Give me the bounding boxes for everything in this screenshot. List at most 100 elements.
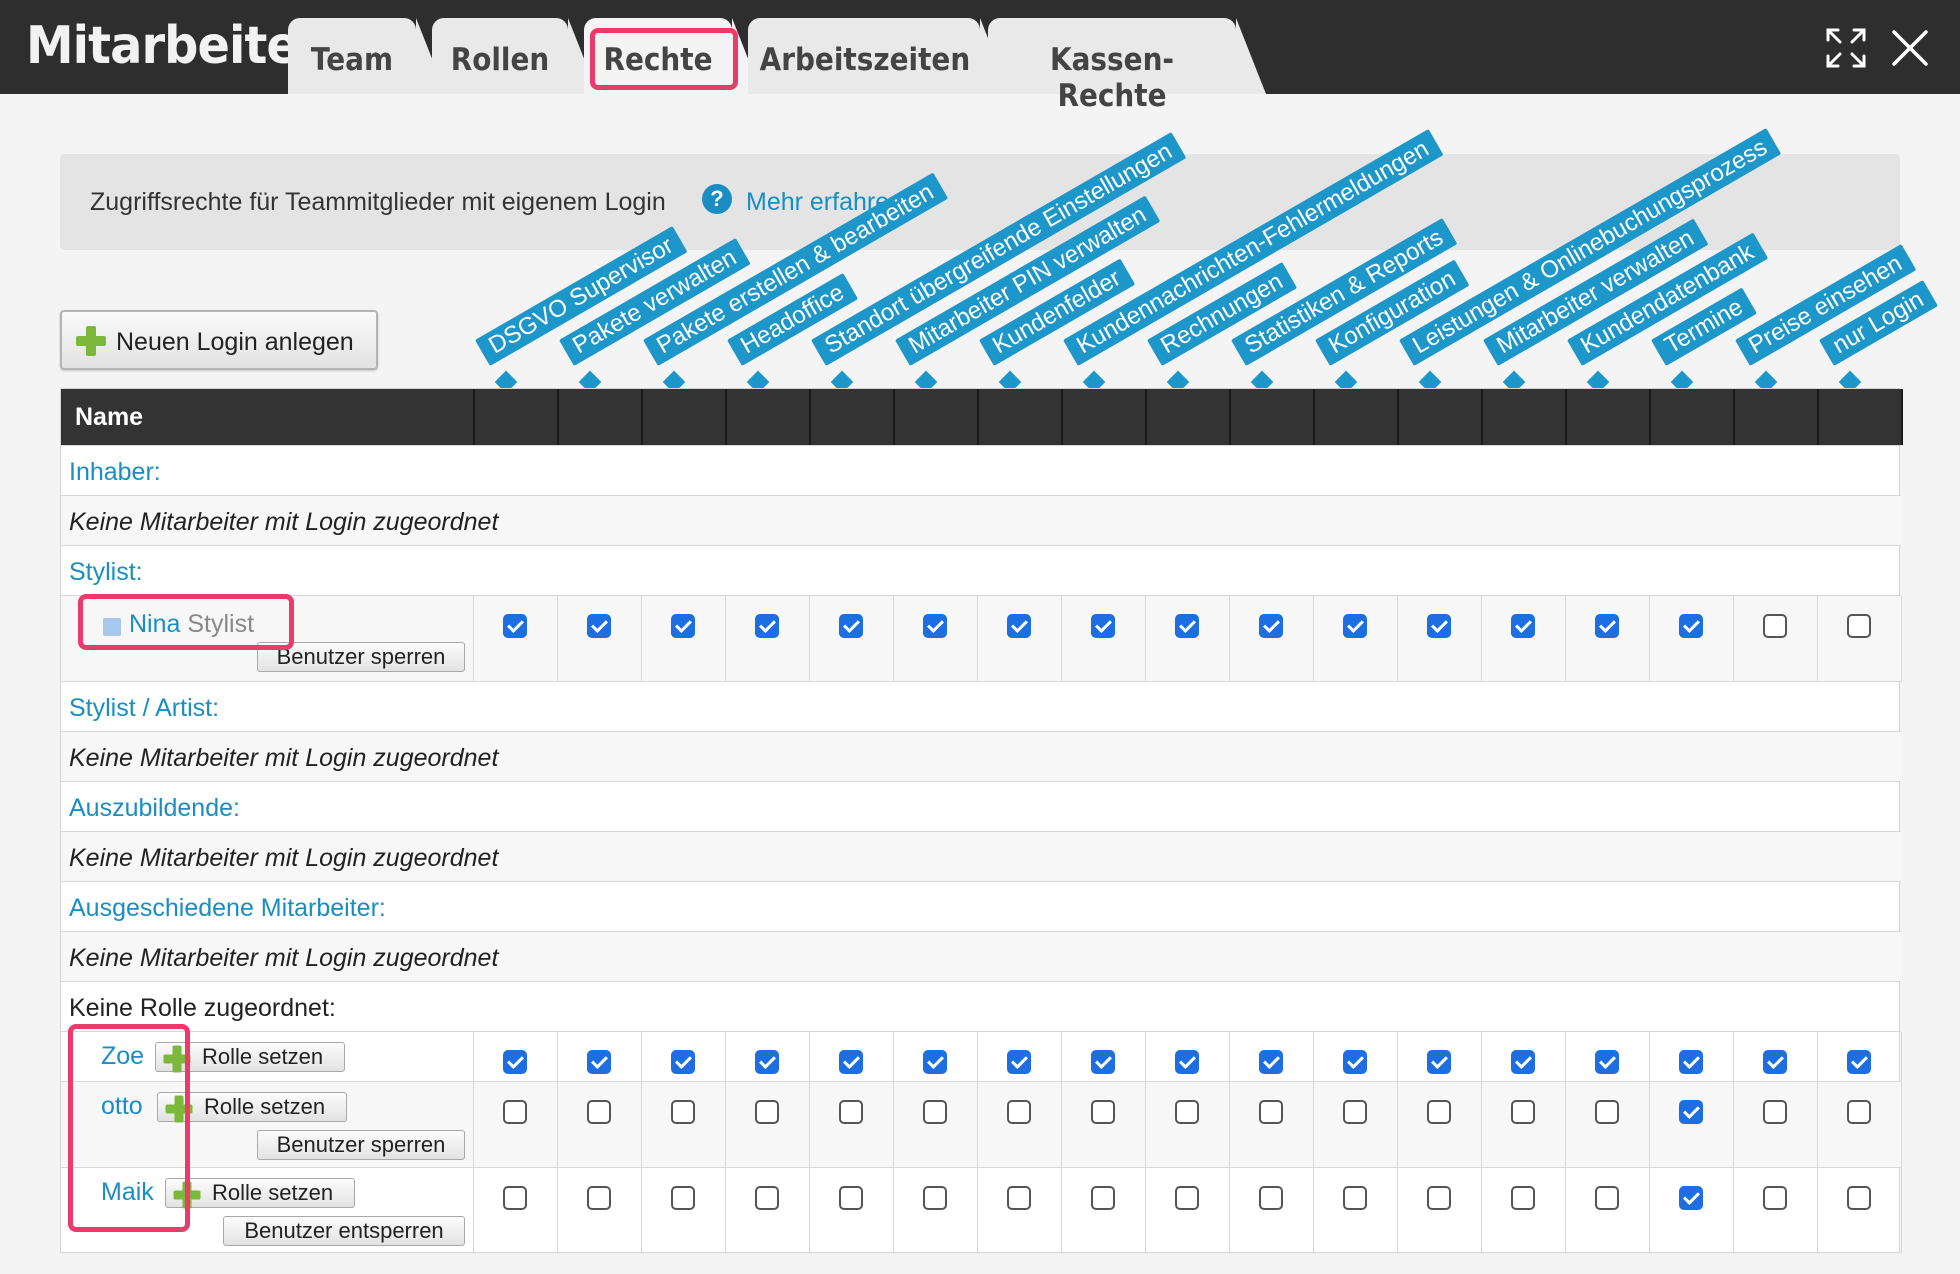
permission-checkbox[interactable] [1343,614,1367,638]
permission-checkbox[interactable] [1259,1100,1283,1124]
new-login-button[interactable]: Neuen Login anlegen [60,310,378,370]
permission-checkbox[interactable] [1175,614,1199,638]
permission-checkbox[interactable] [755,1100,779,1124]
group-label-stylist: Stylist: [69,558,143,586]
permission-checkbox[interactable] [1679,1050,1703,1074]
permission-checkbox[interactable] [1847,1100,1871,1124]
permission-checkbox[interactable] [1091,1186,1115,1210]
empty-label: Keine Mitarbeiter mit Login zugeordnet [69,844,499,872]
header-column-divider [473,389,475,445]
column-divider [557,1168,558,1254]
permission-checkbox[interactable] [755,1186,779,1210]
tab-kassen-rechte[interactable]: Kassen-Rechte [988,18,1266,114]
permission-checkbox[interactable] [1679,1186,1703,1210]
permission-checkbox[interactable] [1343,1186,1367,1210]
permission-checkbox[interactable] [1259,1050,1283,1074]
tab-team[interactable]: Team [288,18,446,94]
header-column-divider [1229,389,1231,445]
permission-checkbox[interactable] [1091,1100,1115,1124]
permission-checkbox[interactable] [1511,1100,1535,1124]
group-row-keine-rolle: Keine Rolle zugeordnet: [61,981,1901,1031]
permission-checkbox[interactable] [1343,1050,1367,1074]
tab-rollen[interactable]: Rollen [432,18,598,94]
permission-checkbox[interactable] [755,1050,779,1074]
column-divider [1145,596,1146,682]
header-column-divider [1145,389,1147,445]
permission-checkbox[interactable] [755,614,779,638]
permission-checkbox[interactable] [1007,1050,1031,1074]
expand-icon[interactable] [1822,24,1870,72]
permission-checkbox[interactable] [839,1100,863,1124]
permission-checkbox[interactable] [1175,1050,1199,1074]
permission-checkbox[interactable] [1343,1100,1367,1124]
permission-checkbox[interactable] [1427,614,1451,638]
lock-user-button[interactable]: Benutzer sperren [257,1130,465,1160]
column-divider [1565,1168,1566,1254]
close-icon[interactable] [1886,24,1934,72]
permission-checkbox[interactable] [1595,1186,1619,1210]
unlock-user-button[interactable]: Benutzer entsperren [223,1216,465,1246]
permission-checkbox[interactable] [1007,1186,1031,1210]
permission-checkbox[interactable] [671,1186,695,1210]
permission-checkbox[interactable] [587,1100,611,1124]
permission-checkbox[interactable] [1847,1050,1871,1074]
permission-checkbox[interactable] [671,614,695,638]
permission-checkbox[interactable] [1427,1050,1451,1074]
permission-checkbox[interactable] [1091,1050,1115,1074]
header-column-divider [1397,389,1399,445]
permission-checkbox[interactable] [587,1050,611,1074]
column-divider [1817,1168,1818,1254]
permission-checkbox[interactable] [671,1100,695,1124]
column-divider [641,596,642,682]
permission-checkbox[interactable] [1763,614,1787,638]
set-role-button[interactable]: Rolle setzen [165,1178,355,1209]
permission-checkbox[interactable] [1427,1100,1451,1124]
permission-checkbox[interactable] [1595,614,1619,638]
permission-checkbox[interactable] [1259,1186,1283,1210]
permission-checkbox[interactable] [503,1050,527,1074]
permission-checkbox[interactable] [1595,1050,1619,1074]
help-icon[interactable]: ? [702,184,732,214]
column-divider [641,1168,642,1254]
permission-checkbox[interactable] [587,614,611,638]
permission-checkbox[interactable] [1763,1100,1787,1124]
permission-checkbox[interactable] [1427,1186,1451,1210]
permission-checkbox[interactable] [503,1186,527,1210]
permission-checkbox[interactable] [1007,614,1031,638]
permission-checkbox[interactable] [503,614,527,638]
permission-checkbox[interactable] [923,1050,947,1074]
permission-checkbox[interactable] [839,1050,863,1074]
permission-checkbox[interactable] [1259,614,1283,638]
permission-checkbox[interactable] [923,614,947,638]
permission-checkbox[interactable] [839,1186,863,1210]
group-row-auszubildende: Auszubildende: [61,781,1901,831]
empty-row: Keine Mitarbeiter mit Login zugeordnet [61,931,1901,981]
permission-checkbox[interactable] [1763,1050,1787,1074]
permission-checkbox[interactable] [587,1186,611,1210]
permission-checkbox[interactable] [1847,614,1871,638]
permission-checkbox[interactable] [1847,1186,1871,1210]
permission-checkbox[interactable] [1679,1100,1703,1124]
permission-checkbox[interactable] [671,1050,695,1074]
permission-checkbox[interactable] [1511,1186,1535,1210]
permission-checkbox[interactable] [1175,1186,1199,1210]
permission-checkbox[interactable] [1091,614,1115,638]
permission-checkbox[interactable] [503,1100,527,1124]
column-divider [977,1032,978,1082]
permission-checkbox[interactable] [1763,1186,1787,1210]
permission-checkbox[interactable] [1595,1100,1619,1124]
column-divider [1145,1082,1146,1168]
permission-checkbox[interactable] [1511,614,1535,638]
empty-label: Keine Mitarbeiter mit Login zugeordnet [69,944,499,972]
column-divider [893,1168,894,1254]
permission-checkbox[interactable] [923,1100,947,1124]
permission-checkbox[interactable] [1007,1100,1031,1124]
permission-checkbox[interactable] [1175,1100,1199,1124]
tab-arbeitszeiten[interactable]: Arbeitszeiten [748,18,1010,94]
permission-checkbox[interactable] [839,614,863,638]
permission-checkbox[interactable] [1679,614,1703,638]
group-label-inhaber: Inhaber: [69,458,161,486]
permission-checkbox[interactable] [1511,1050,1535,1074]
empty-label: Keine Mitarbeiter mit Login zugeordnet [69,744,499,772]
permission-checkbox[interactable] [923,1186,947,1210]
